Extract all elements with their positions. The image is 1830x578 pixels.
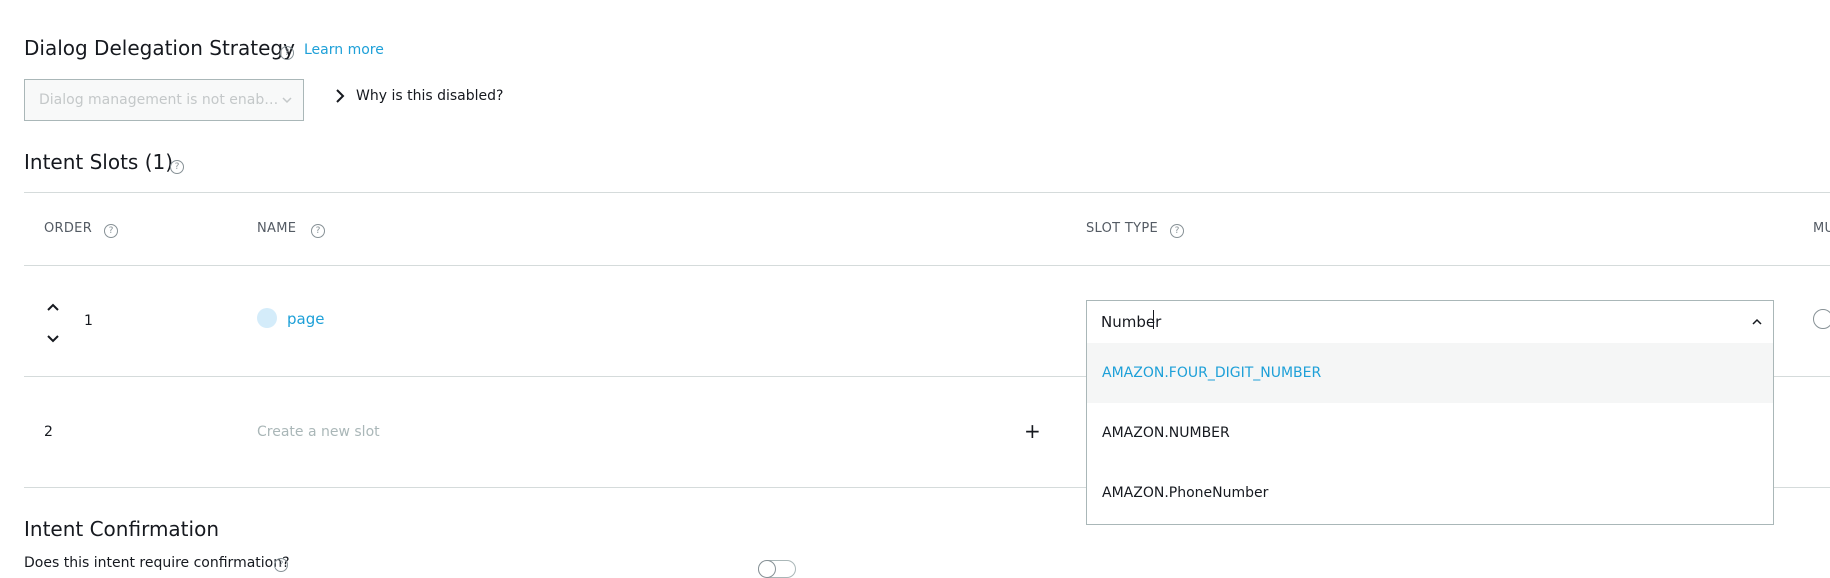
slot-type-option[interactable]: AMAZON.PhoneNumber xyxy=(1087,463,1773,523)
delegation-strategy-select: Dialog management is not enabled f... xyxy=(24,79,304,121)
divider xyxy=(24,192,1830,193)
column-header-order: ORDER xyxy=(44,221,93,236)
new-slot-input[interactable]: Create a new slot xyxy=(257,424,380,440)
confirmation-question: Does this intent require confirmation? xyxy=(24,555,290,571)
learn-more-link[interactable]: Learn more xyxy=(304,42,384,58)
slot-avatar-icon xyxy=(257,308,277,328)
slot-type-dropdown: AMAZON.FOUR_DIGIT_NUMBER AMAZON.NUMBER A… xyxy=(1086,343,1774,525)
help-icon[interactable]: ? xyxy=(170,160,184,174)
slot-order-number: 2 xyxy=(44,424,53,440)
help-icon[interactable]: ? xyxy=(274,558,288,572)
move-up-icon[interactable] xyxy=(46,302,60,312)
toggle-knob xyxy=(758,560,776,578)
delegation-title: Dialog Delegation Strategy xyxy=(24,36,295,60)
help-icon[interactable]: ? xyxy=(280,46,294,60)
chevron-right-icon xyxy=(336,89,345,103)
help-icon[interactable]: ? xyxy=(104,224,118,238)
help-icon[interactable]: ? xyxy=(1170,224,1184,238)
confirmation-toggle[interactable] xyxy=(758,560,796,578)
multi-value-toggle[interactable] xyxy=(1813,309,1830,329)
intent-slots-title: Intent Slots (1) xyxy=(24,150,174,174)
divider xyxy=(24,265,1830,266)
text-caret xyxy=(1153,310,1154,329)
add-slot-button[interactable]: + xyxy=(1024,419,1041,443)
column-header-multi-value: MU xyxy=(1813,221,1830,236)
chevron-down-icon xyxy=(282,97,292,104)
why-disabled-toggle[interactable]: Why is this disabled? xyxy=(334,88,503,104)
slot-type-input[interactable] xyxy=(1087,301,1741,343)
slot-name-link[interactable]: page xyxy=(287,310,324,328)
slot-type-combobox[interactable] xyxy=(1086,300,1774,344)
slot-type-option[interactable]: AMAZON.FOUR_DIGIT_NUMBER xyxy=(1087,343,1773,403)
delegation-select-value: Dialog management is not enabled f... xyxy=(39,92,279,108)
help-icon[interactable]: ? xyxy=(311,224,325,238)
intent-confirmation-title: Intent Confirmation xyxy=(24,517,219,541)
why-disabled-label: Why is this disabled? xyxy=(356,88,504,104)
move-down-icon[interactable] xyxy=(46,334,60,344)
slot-type-option[interactable]: AMAZON.NUMBER xyxy=(1087,403,1773,463)
column-header-name: NAME xyxy=(257,221,297,236)
slot-order-number: 1 xyxy=(84,313,93,329)
chevron-up-icon[interactable] xyxy=(1751,317,1763,327)
column-header-slot-type: SLOT TYPE xyxy=(1086,221,1158,236)
